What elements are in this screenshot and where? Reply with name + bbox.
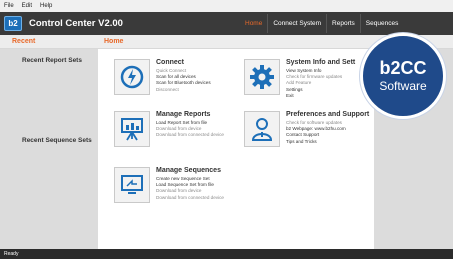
app-title: Control Center V2.00 bbox=[29, 18, 123, 29]
reports-download-connected-link[interactable]: Download from connected device bbox=[156, 132, 224, 138]
badge-line-1: b2CC bbox=[379, 58, 427, 78]
manage-sequences-title: Manage Sequences bbox=[156, 167, 221, 174]
scan-bluetooth-link[interactable]: Scan for Bluetooth devices bbox=[156, 80, 211, 86]
status-bar: Ready bbox=[0, 249, 453, 259]
disconnect-link[interactable]: Disconnect bbox=[156, 87, 211, 93]
connect-links: Quick Connect Scan for all devices Scan … bbox=[156, 68, 211, 93]
power-icon[interactable] bbox=[114, 59, 150, 95]
main-nav: Home Connect System Reports Sequences bbox=[240, 14, 403, 33]
tab-sequences[interactable]: Sequences bbox=[359, 14, 404, 33]
tips-tricks-link[interactable]: Tips and Tricks bbox=[286, 139, 346, 145]
preferences-support-links: Check for software updates b2 Webpage: w… bbox=[286, 120, 346, 145]
preferences-support-title: Preferences and Support bbox=[286, 111, 370, 118]
manage-sequences-links: Create new Sequence Set Load Sequence Se… bbox=[156, 176, 224, 201]
tab-connect-system[interactable]: Connect System bbox=[267, 14, 326, 33]
recent-sequence-sets-heading: Recent Sequence Sets bbox=[22, 137, 92, 144]
tab-home[interactable]: Home bbox=[240, 14, 267, 33]
person-support-icon[interactable] bbox=[244, 111, 280, 147]
recent-sidebar: Recent Report Sets Recent Sequence Sets bbox=[0, 49, 98, 249]
app-logo: b2 bbox=[4, 16, 22, 31]
home-heading: Home bbox=[104, 38, 124, 45]
menu-file[interactable]: File bbox=[4, 3, 14, 9]
gear-icon[interactable] bbox=[244, 59, 280, 95]
manage-reports-links: Load Report Set from file Download from … bbox=[156, 120, 224, 139]
report-board-icon[interactable] bbox=[114, 111, 150, 147]
recent-heading: Recent bbox=[12, 38, 36, 45]
menu-edit[interactable]: Edit bbox=[22, 3, 32, 9]
b2cc-software-badge: b2CC Software bbox=[360, 33, 446, 119]
sequences-download-connected-link[interactable]: Download from connected device bbox=[156, 195, 224, 201]
system-info-title: System Info and Sett bbox=[286, 59, 356, 66]
monitor-sequence-icon[interactable] bbox=[114, 167, 150, 203]
connect-title: Connect bbox=[156, 59, 184, 66]
recent-report-sets-heading: Recent Report Sets bbox=[22, 57, 82, 64]
system-info-links: View System Info Check for firmware upda… bbox=[286, 68, 342, 99]
menu-help[interactable]: Help bbox=[40, 3, 52, 9]
badge-line-2: Software bbox=[379, 79, 427, 93]
tab-reports[interactable]: Reports bbox=[326, 14, 360, 33]
manage-reports-title: Manage Reports bbox=[156, 111, 211, 118]
exit-link[interactable]: Exit bbox=[286, 93, 342, 99]
menu-bar: File Edit Help bbox=[0, 0, 453, 12]
home-content: Connect Quick Connect Scan for all devic… bbox=[98, 49, 374, 249]
title-bar: b2 Control Center V2.00 Home Connect Sys… bbox=[0, 12, 453, 35]
status-text: Ready bbox=[4, 251, 19, 257]
